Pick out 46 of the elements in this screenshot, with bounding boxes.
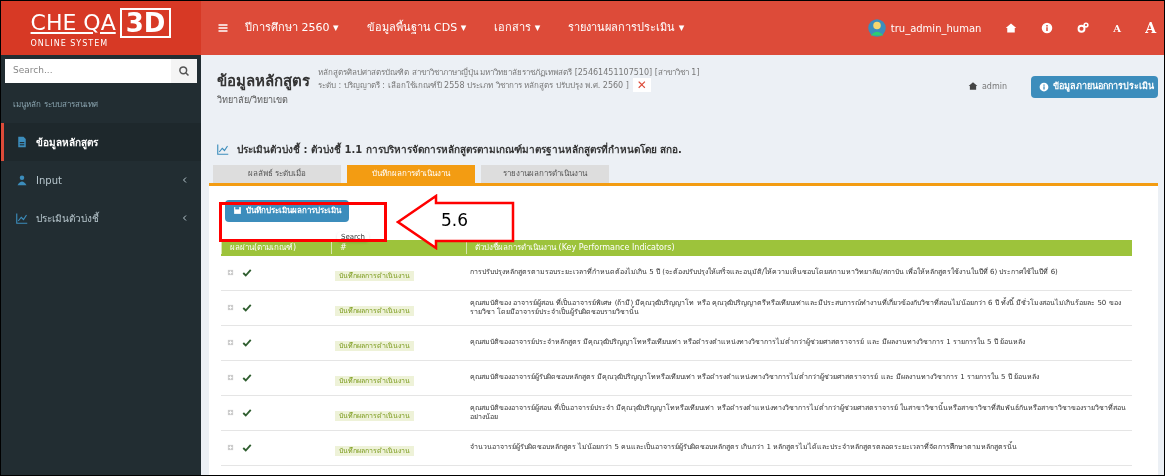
sidebar-header: เมนูหลัก ระบบสารสนเทศ: [12, 99, 99, 112]
info-icon[interactable]: [1041, 22, 1054, 34]
menu-icon: [217, 22, 229, 34]
font-size-button[interactable]: A: [1145, 17, 1156, 39]
callout-label: 5.6: [441, 210, 469, 230]
column-header: ผลผ่าน(ตามเกณฑ์): [221, 241, 331, 254]
font-size-button[interactable]: A: [1113, 20, 1122, 36]
menu-item[interactable]: รายงานผลการประเมิน ▾: [568, 19, 685, 37]
search-icon: [178, 65, 190, 77]
breadcrumb-link[interactable]: admin: [981, 81, 1007, 93]
tab[interactable]: รายงานผลการดำเนินงาน: [481, 164, 609, 183]
chart-icon: [217, 143, 229, 155]
action-button[interactable]: ข้อมูลภายนอกการประเมิน: [1031, 76, 1158, 98]
user-name[interactable]: tru_admin_human: [890, 20, 982, 36]
search-button[interactable]: [171, 59, 197, 83]
tab[interactable]: บันทึกผลการดำเนินงาน: [347, 164, 475, 183]
expand-icon: [227, 339, 234, 346]
save-button[interactable]: บันทึกประเมินผลการประเมิน: [225, 199, 349, 222]
save-icon: [233, 206, 242, 215]
expand-icon: [227, 409, 234, 416]
search-field[interactable]: Search...: [5, 59, 171, 83]
home-icon: [967, 81, 978, 91]
tab[interactable]: ผลลัพธ์ ระดับเมื่อ: [213, 164, 341, 183]
course-detail: ระดับ : ปริญญาตรี : เลือกใช้เกณฑ์ปี 2558 ประเภท วิชาการ หลักสูตร ปรับปรุง พ.ศ. 2560 ]: [318, 79, 629, 91]
course-detail: หลักสูตรศิลปศาสตรบัณฑิต สาขาวิชาภาษาญี่ปุ่น มหาวิทยาลัยราชภัฏเทพสตรี [25461451107510] [สาขาวิชา 1]: [318, 67, 700, 78]
sidebar-item[interactable]: Input: [1, 161, 201, 199]
settings-icon[interactable]: [1077, 22, 1090, 34]
chart-icon: [16, 212, 28, 224]
info-icon: [1039, 82, 1049, 92]
expand-icon: [227, 374, 234, 381]
sidebar-item[interactable]: ข้อมูลหลักสูตร: [1, 123, 201, 161]
home-icon[interactable]: [1005, 22, 1018, 34]
page-subtitle: วิทยาลัย/วิทยาเขต: [217, 94, 290, 107]
section-title: ประเมินตัวบ่งชี้ : ตัวบ่งชี้ 1.1 การบริหารจัดการหลักสูตรตามเกณฑ์มาตรฐานหลักสูตรที่กำหนดโดย สกอ.: [237, 141, 682, 157]
user-icon: [16, 174, 28, 186]
expand-icon: [227, 304, 234, 311]
avatar-icon: [866, 18, 887, 38]
document-icon: [16, 136, 28, 148]
sidebar-item[interactable]: ประเมินตัวบ่งชี้: [1, 199, 201, 237]
page-title: ข้อมูลหลักสูตร: [217, 70, 310, 92]
menu-item[interactable]: ปีการศึกษา 2560 ▾: [245, 19, 339, 37]
close-button[interactable]: ✕: [632, 78, 651, 92]
menu-item[interactable]: เอกสาร ▾: [494, 19, 541, 37]
menu-item[interactable]: ข้อมูลพื้นฐาน CDS ▾: [366, 19, 467, 37]
expand-icon: [227, 444, 234, 451]
expand-icon: [227, 269, 234, 276]
